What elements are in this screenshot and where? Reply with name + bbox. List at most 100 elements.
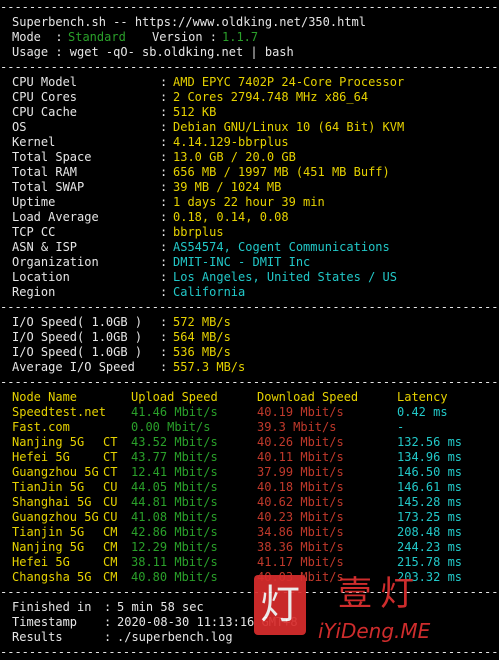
sysinfo-colon: :: [160, 75, 168, 89]
footer-colon: :: [104, 630, 112, 644]
sysinfo-label: OS: [12, 120, 27, 134]
separator-line: ----------------------------------------…: [0, 300, 499, 314]
node-name: Hefei 5G: [12, 555, 70, 569]
node-name: Changsha 5G: [12, 570, 92, 584]
node-name: Guangzhou 5G: [12, 510, 99, 524]
column-header-download: Download Speed: [257, 390, 359, 404]
io-label: I/O Speed( 1.0GB ): [12, 345, 143, 359]
sysinfo-colon: :: [160, 210, 168, 224]
sysinfo-colon: :: [160, 195, 168, 209]
latency: 146.50 ms: [397, 465, 463, 479]
node-name: Guangzhou 5G: [12, 465, 99, 479]
sysinfo-label: ASN & ISP: [12, 240, 78, 254]
upload-speed: 43.77 Mbit/s: [131, 450, 218, 464]
sysinfo-colon: :: [160, 180, 168, 194]
footer-colon: :: [104, 615, 112, 629]
latency: 215.78 ms: [397, 555, 463, 569]
download-speed: 38.36 Mbit/s: [257, 540, 344, 554]
script-title: Superbench.sh -- https://www.oldking.net…: [12, 15, 367, 29]
sysinfo-value: 4.14.129-bbrplus: [173, 135, 289, 149]
sysinfo-value: 512 KB: [173, 105, 217, 119]
io-value: 572 MB/s: [173, 315, 231, 329]
footer-value: ./superbench.log: [117, 630, 233, 644]
latency: 208.48 ms: [397, 525, 463, 539]
sysinfo-label: CPU Model: [12, 75, 78, 89]
column-header-node: Node Name: [12, 390, 78, 404]
io-value: 536 MB/s: [173, 345, 231, 359]
upload-speed: 12.29 Mbit/s: [131, 540, 218, 554]
sysinfo-colon: :: [160, 135, 168, 149]
column-header-latency: Latency: [397, 390, 448, 404]
isp-code: CU: [103, 480, 118, 494]
download-speed: 40.26 Mbit/s: [257, 435, 344, 449]
latency: 145.28 ms: [397, 495, 463, 509]
sysinfo-value: 1 days 22 hour 39 min: [173, 195, 325, 209]
sysinfo-value: California: [173, 285, 246, 299]
sysinfo-label: Total RAM: [12, 165, 78, 179]
upload-speed: 44.05 Mbit/s: [131, 480, 218, 494]
node-name: Nanjing 5G: [12, 540, 85, 554]
download-speed: 40.23 Mbit/s: [257, 510, 344, 524]
sysinfo-colon: :: [160, 225, 168, 239]
sysinfo-label: Total SWAP: [12, 180, 85, 194]
footer-label: Finished in: [12, 600, 92, 614]
watermark-title: 壹灯: [338, 574, 422, 614]
sysinfo-colon: :: [160, 240, 168, 254]
sysinfo-label: CPU Cache: [12, 105, 78, 119]
sysinfo-colon: :: [160, 120, 168, 134]
latency: 134.96 ms: [397, 450, 463, 464]
usage-line: Usage : wget -qO- sb.oldking.net | bash: [12, 45, 294, 59]
node-name: Shanghai 5G: [12, 495, 92, 509]
io-colon: :: [160, 345, 168, 359]
latency: 173.25 ms: [397, 510, 463, 524]
watermark-logo-icon: 灯: [254, 575, 306, 635]
sysinfo-value: AS54574, Cogent Communications: [173, 240, 390, 254]
download-speed: 37.99 Mbit/s: [257, 465, 344, 479]
sysinfo-colon: :: [160, 285, 168, 299]
sysinfo-value: 0.18, 0.14, 0.08: [173, 210, 289, 224]
io-label: I/O Speed( 1.0GB ): [12, 315, 143, 329]
latency: 0.42 ms: [397, 405, 448, 419]
isp-code: CU: [103, 495, 118, 509]
node-name: Hefei 5G: [12, 450, 70, 464]
download-speed: 39.3 Mbit/s: [257, 420, 337, 434]
download-speed: 34.86 Mbit/s: [257, 525, 344, 539]
footer-value: 5 min 58 sec: [117, 600, 204, 614]
terminal-window[interactable]: ----------------------------------------…: [0, 0, 499, 659]
column-header-upload: Upload Speed: [131, 390, 218, 404]
sysinfo-value: 2 Cores 2794.748 MHz x86_64: [173, 90, 369, 104]
sysinfo-colon: :: [160, 150, 168, 164]
io-colon: :: [160, 330, 168, 344]
sysinfo-value: Debian GNU/Linux 10 (64 Bit) KVM: [173, 120, 405, 134]
mode-label: Mode :: [12, 30, 63, 44]
io-label: Average I/O Speed: [12, 360, 135, 374]
upload-speed: 44.81 Mbit/s: [131, 495, 218, 509]
upload-speed: 38.11 Mbit/s: [131, 555, 218, 569]
io-value: 557.3 MB/s: [173, 360, 246, 374]
latency: -: [397, 420, 405, 434]
sysinfo-value: 656 MB / 1997 MB (451 MB Buff): [173, 165, 390, 179]
separator-line: ----------------------------------------…: [0, 645, 499, 659]
sysinfo-label: Organization: [12, 255, 99, 269]
isp-code: CT: [103, 435, 118, 449]
download-speed: 41.17 Mbit/s: [257, 555, 344, 569]
footer-label: Timestamp: [12, 615, 78, 629]
isp-code: CU: [103, 510, 118, 524]
upload-speed: 0.00 Mbit/s: [131, 420, 211, 434]
sysinfo-label: Kernel: [12, 135, 56, 149]
sysinfo-value: bbrplus: [173, 225, 224, 239]
io-colon: :: [160, 315, 168, 329]
download-speed: 40.62 Mbit/s: [257, 495, 344, 509]
sysinfo-value: DMIT-INC - DMIT Inc: [173, 255, 311, 269]
upload-speed: 12.41 Mbit/s: [131, 465, 218, 479]
sysinfo-value: 39 MB / 1024 MB: [173, 180, 282, 194]
separator-line: ----------------------------------------…: [0, 60, 499, 74]
sysinfo-label: TCP CC: [12, 225, 56, 239]
sysinfo-label: Location: [12, 270, 70, 284]
sysinfo-value: Los Angeles, United States / US: [173, 270, 397, 284]
download-speed: 40.11 Mbit/s: [257, 450, 344, 464]
footer-colon: :: [104, 600, 112, 614]
sysinfo-colon: :: [160, 270, 168, 284]
sysinfo-colon: :: [160, 165, 168, 179]
upload-speed: 40.80 Mbit/s: [131, 570, 218, 584]
